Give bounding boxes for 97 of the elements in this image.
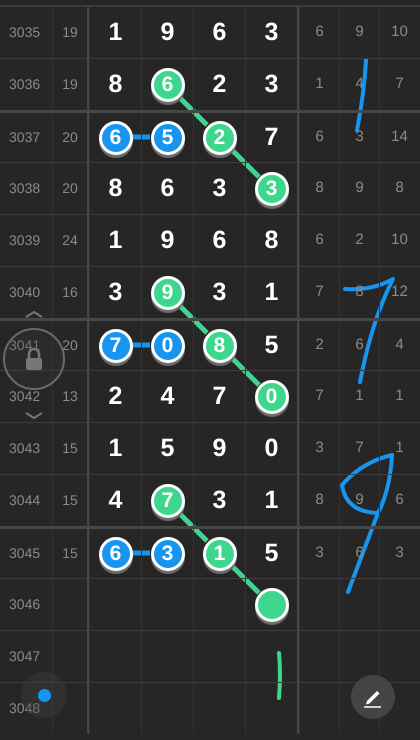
draw-digit: 3: [264, 16, 278, 48]
pen-button[interactable]: [351, 675, 395, 719]
stat-value: 8: [315, 178, 324, 198]
draw-digit: 4: [108, 484, 122, 516]
stat-value: 3: [315, 543, 324, 564]
draw-digit: 7: [264, 122, 278, 153]
sum-value: 19: [62, 75, 78, 94]
draw-digit: 1: [264, 276, 278, 308]
stat-value: 2: [315, 335, 324, 356]
draw-digit: 1: [108, 432, 122, 464]
issue-number: 3035: [9, 23, 40, 42]
stat-value: 6: [395, 490, 404, 510]
stat-value: 8: [315, 490, 324, 510]
connector-line: [229, 147, 261, 179]
draw-digit: 2: [212, 68, 226, 100]
issue-number: 3039: [9, 231, 40, 250]
stat-value: 7: [315, 386, 324, 406]
draw-digit: 9: [212, 432, 226, 464]
stat-value: 10: [391, 230, 408, 250]
issue-number: 3036: [9, 75, 40, 94]
connector-line: [132, 342, 150, 348]
stat-value: 6: [355, 335, 364, 356]
issue-number: 3046: [9, 595, 40, 614]
draw-digit: 9: [160, 16, 174, 48]
draw-digit: 3: [212, 276, 226, 308]
sum-value: 20: [62, 336, 78, 355]
stat-value: 9: [355, 490, 364, 510]
sum-value: 15: [62, 491, 78, 510]
stat-value: 7: [395, 74, 404, 94]
stat-value: 9: [355, 178, 364, 198]
stat-value: 7: [315, 282, 324, 302]
draw-digit: 1: [108, 16, 122, 48]
draw-digit: 4: [160, 380, 174, 412]
draw-digit: 6: [212, 16, 226, 48]
stat-value: 6: [315, 127, 324, 148]
draw-digit: 8: [108, 68, 122, 100]
sum-value: 15: [62, 439, 78, 458]
stat-value: 10: [391, 22, 408, 42]
draw-digit: 3: [264, 68, 278, 100]
issue-number: 3047: [9, 647, 40, 666]
draw-digit: 8: [264, 224, 278, 256]
connector-line: [229, 355, 261, 387]
stat-value: 3: [355, 127, 364, 148]
stat-value: 12: [391, 282, 408, 302]
draw-digit: 7: [212, 380, 226, 412]
stat-value: 1: [395, 386, 404, 406]
connector-line: [132, 550, 150, 556]
chevron-down-icon: [24, 412, 44, 420]
stat-value: 8: [395, 178, 404, 198]
chevron-up-icon: [24, 310, 44, 318]
stat-value: 4: [395, 335, 404, 356]
draw-digit: 3: [108, 276, 122, 308]
draw-digit: 8: [108, 172, 122, 204]
stat-value: 3: [315, 438, 324, 458]
issue-number: 3037: [9, 128, 40, 147]
sum-value: 20: [62, 179, 78, 198]
draw-digit: 6: [212, 224, 226, 256]
stat-value: 1: [315, 74, 324, 94]
issue-number: 3048: [9, 699, 40, 718]
stat-value: 1: [355, 386, 364, 406]
sum-value: 19: [62, 23, 78, 42]
issue-number: 3045: [9, 544, 40, 563]
issue-number: 3044: [9, 491, 40, 510]
issue-number: 3040: [9, 283, 40, 302]
sum-value: 24: [62, 231, 78, 250]
stat-value: 6: [315, 230, 324, 250]
stat-value: 9: [355, 22, 364, 42]
stat-value: 1: [395, 438, 404, 458]
stat-value: 3: [395, 543, 404, 564]
sum-value: 13: [62, 387, 78, 406]
draw-digit: 3: [212, 484, 226, 516]
issue-number: 3043: [9, 439, 40, 458]
draw-digit: 5: [264, 330, 278, 361]
sum-value: 20: [62, 128, 78, 147]
connector-line: [177, 95, 209, 127]
draw-digit: 0: [264, 432, 278, 464]
connector-line: [177, 511, 209, 543]
connector-line: [229, 563, 261, 595]
draw-digit: 5: [160, 432, 174, 464]
handwritten-stroke: [277, 651, 282, 700]
connector-line: [177, 303, 209, 335]
sum-value: 16: [62, 283, 78, 302]
draw-digit: 2: [108, 380, 122, 412]
stat-value: 2: [355, 230, 364, 250]
sum-value: 15: [62, 544, 78, 563]
issue-number: 3038: [9, 179, 40, 198]
draw-digit: 3: [212, 172, 226, 204]
draw-digit: 9: [160, 224, 174, 256]
issue-number: 3042: [9, 387, 40, 406]
stat-value: 14: [391, 127, 408, 148]
draw-digit: 1: [264, 484, 278, 516]
draw-digit: 1: [108, 224, 122, 256]
draw-digit: 6: [160, 172, 174, 204]
connector-line: [132, 134, 150, 140]
stat-value: 6: [315, 22, 324, 42]
draw-digit: 5: [264, 538, 278, 569]
stat-value: 7: [355, 438, 364, 458]
